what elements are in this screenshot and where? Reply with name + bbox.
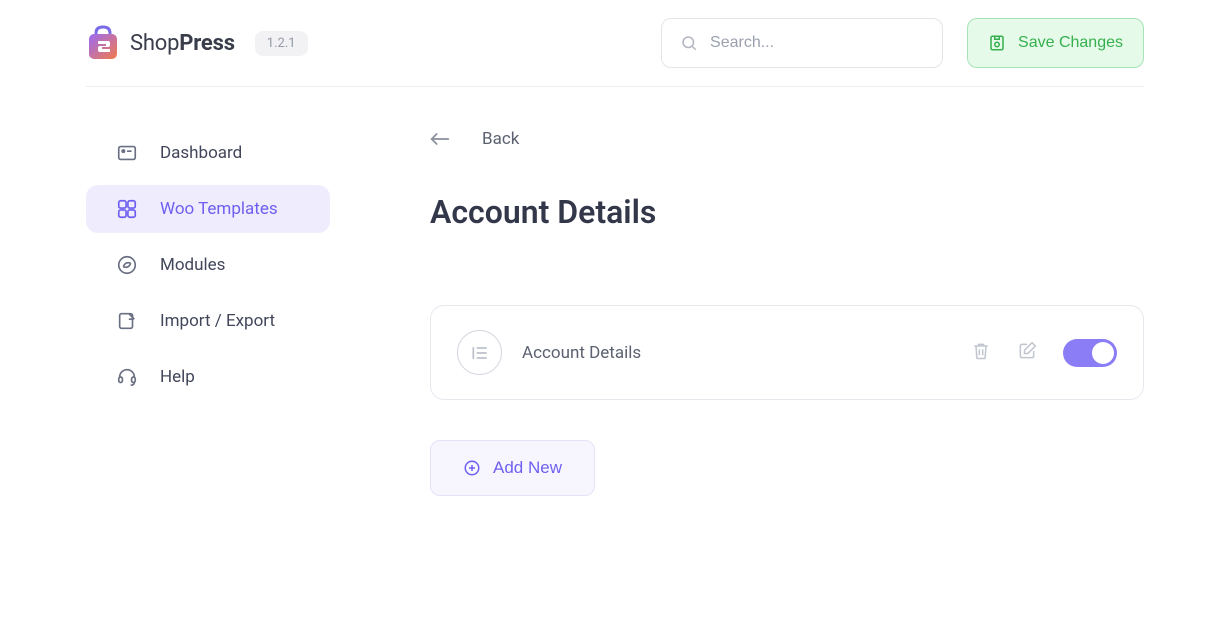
save-icon bbox=[988, 34, 1006, 52]
search-icon bbox=[680, 34, 698, 52]
import-export-icon bbox=[116, 310, 138, 332]
logo-icon bbox=[86, 25, 120, 61]
back-button[interactable]: Back bbox=[430, 129, 1144, 149]
account-details-icon bbox=[457, 330, 502, 375]
sidebar-item-import-export[interactable]: Import / Export bbox=[86, 297, 330, 345]
arrow-left-icon bbox=[430, 132, 450, 146]
logo-text: ShopPress bbox=[130, 31, 235, 56]
sidebar-item-label: Modules bbox=[160, 255, 225, 275]
enable-toggle[interactable] bbox=[1063, 339, 1117, 367]
main: Back Account Details Account Details bbox=[386, 129, 1144, 496]
sidebar-item-dashboard[interactable]: Dashboard bbox=[86, 129, 330, 177]
card-left: Account Details bbox=[457, 330, 641, 375]
sidebar-item-label: Import / Export bbox=[160, 311, 275, 331]
sidebar-item-label: Dashboard bbox=[160, 143, 242, 163]
back-label: Back bbox=[482, 129, 519, 149]
save-changes-button[interactable]: Save Changes bbox=[967, 18, 1144, 68]
dashboard-icon bbox=[116, 142, 138, 164]
delete-button[interactable] bbox=[971, 341, 991, 365]
trash-icon bbox=[971, 341, 991, 361]
add-new-button[interactable]: Add New bbox=[430, 440, 595, 496]
help-icon bbox=[116, 366, 138, 388]
sidebar: Dashboard Woo Templates bbox=[86, 129, 386, 496]
version-badge: 1.2.1 bbox=[255, 31, 308, 56]
card-right bbox=[971, 339, 1117, 367]
logo[interactable]: ShopPress bbox=[86, 25, 235, 61]
add-new-label: Add New bbox=[493, 458, 562, 478]
logo-text-bold: Press bbox=[179, 31, 235, 56]
search-wrap[interactable] bbox=[661, 18, 943, 68]
search-input[interactable] bbox=[710, 34, 924, 52]
header: ShopPress 1.2.1 Save Changes bbox=[86, 0, 1144, 87]
edit-icon bbox=[1017, 341, 1037, 361]
sidebar-item-modules[interactable]: Modules bbox=[86, 241, 330, 289]
sidebar-item-woo-templates[interactable]: Woo Templates bbox=[86, 185, 330, 233]
page-title: Account Details bbox=[430, 193, 1144, 231]
header-left: ShopPress 1.2.1 bbox=[86, 25, 308, 61]
save-changes-label: Save Changes bbox=[1018, 34, 1123, 52]
edit-button[interactable] bbox=[1017, 341, 1037, 365]
templates-icon bbox=[116, 198, 138, 220]
logo-text-light: Shop bbox=[130, 31, 179, 56]
sidebar-item-label: Woo Templates bbox=[160, 199, 278, 219]
template-card: Account Details bbox=[430, 305, 1144, 400]
card-title: Account Details bbox=[522, 343, 641, 363]
modules-icon bbox=[116, 254, 138, 276]
toggle-thumb bbox=[1092, 342, 1114, 364]
sidebar-item-label: Help bbox=[160, 367, 195, 387]
header-right: Save Changes bbox=[661, 18, 1144, 68]
plus-circle-icon bbox=[463, 459, 481, 477]
sidebar-item-help[interactable]: Help bbox=[86, 353, 330, 401]
